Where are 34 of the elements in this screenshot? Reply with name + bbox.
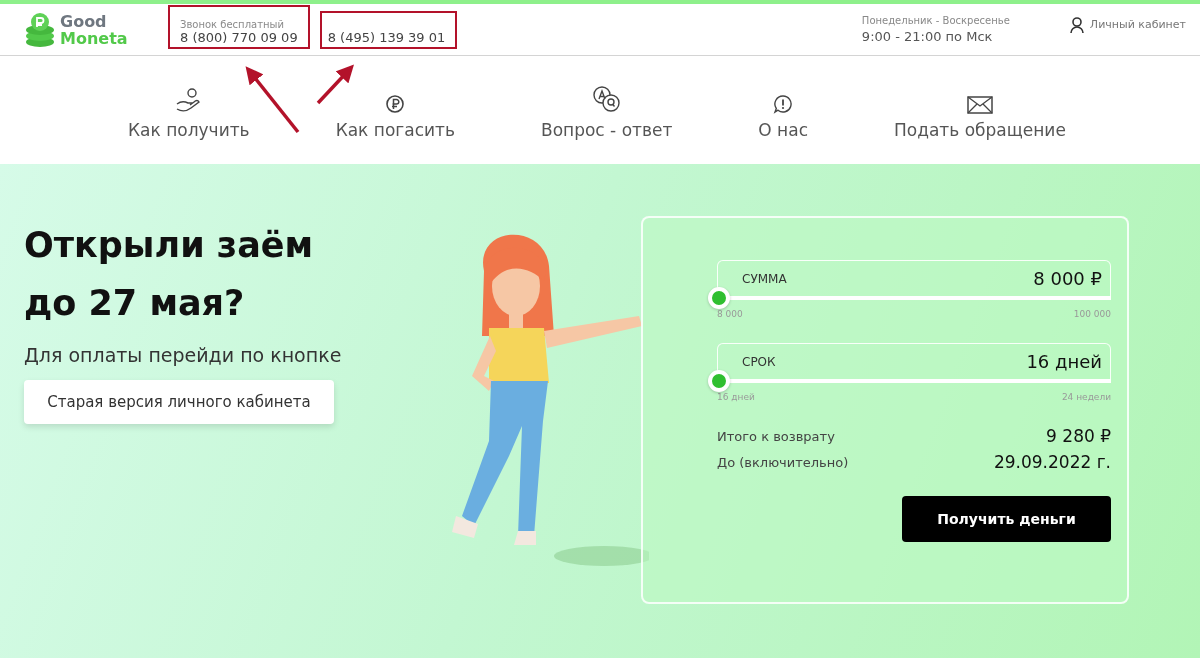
account-link[interactable]: Личный кабинет	[1089, 18, 1186, 31]
nav-link[interactable]: Подать обращение	[894, 84, 1066, 140]
phone-link[interactable]: 8 (495) 139 39 01	[327, 29, 446, 45]
nav-link[interactable]: Как получить	[128, 84, 250, 140]
phone-link[interactable]: 8 (800) 770 09 09	[180, 29, 298, 45]
ruble-coin-icon	[385, 94, 406, 114]
hero-subtitle: Для оплаты перейди по кнопке	[24, 344, 343, 366]
work-hours: 9:00 - 21:00 по Мск	[861, 29, 994, 44]
phone-caption: Звонок бесплатный	[180, 18, 285, 30]
slider-max: 24 недели	[1061, 392, 1111, 402]
slider-max: 100 000	[1073, 309, 1111, 319]
nav-link[interactable]: О нас	[758, 84, 808, 140]
old-account-button[interactable]: Старая версия личного кабинета	[24, 380, 334, 424]
summary-label: Итого к возврату	[717, 428, 835, 444]
summary-label: До (включительно)	[717, 454, 849, 470]
annotation-arrow	[316, 64, 354, 105]
logo-text: Moneta	[60, 29, 128, 47]
get-money-button[interactable]: Получить деньги	[902, 496, 1111, 542]
speech-bubbles-icon	[591, 86, 622, 114]
slider-min: 8 000	[717, 309, 743, 319]
envelope-icon	[966, 96, 993, 114]
hero-title: Открыли заём до 27 мая?	[24, 224, 315, 325]
slider-min: 16 дней	[717, 392, 755, 402]
exclamation-bubble-icon	[773, 94, 794, 114]
logo-text: Good	[60, 12, 108, 30]
work-days: Понедельник - Воскресенье	[861, 15, 1070, 26]
slider-thumb[interactable]	[708, 287, 730, 309]
summary-value: 29.09.2022 г.	[993, 452, 1111, 472]
slider-thumb[interactable]	[708, 370, 730, 392]
user-icon	[1069, 16, 1084, 33]
summary-value: 9 280 ₽	[1046, 426, 1111, 446]
coin-stack-icon	[24, 11, 56, 48]
nav-link[interactable]: Как погасить	[335, 84, 455, 140]
nav-link[interactable]: Вопрос - ответ	[540, 84, 673, 140]
